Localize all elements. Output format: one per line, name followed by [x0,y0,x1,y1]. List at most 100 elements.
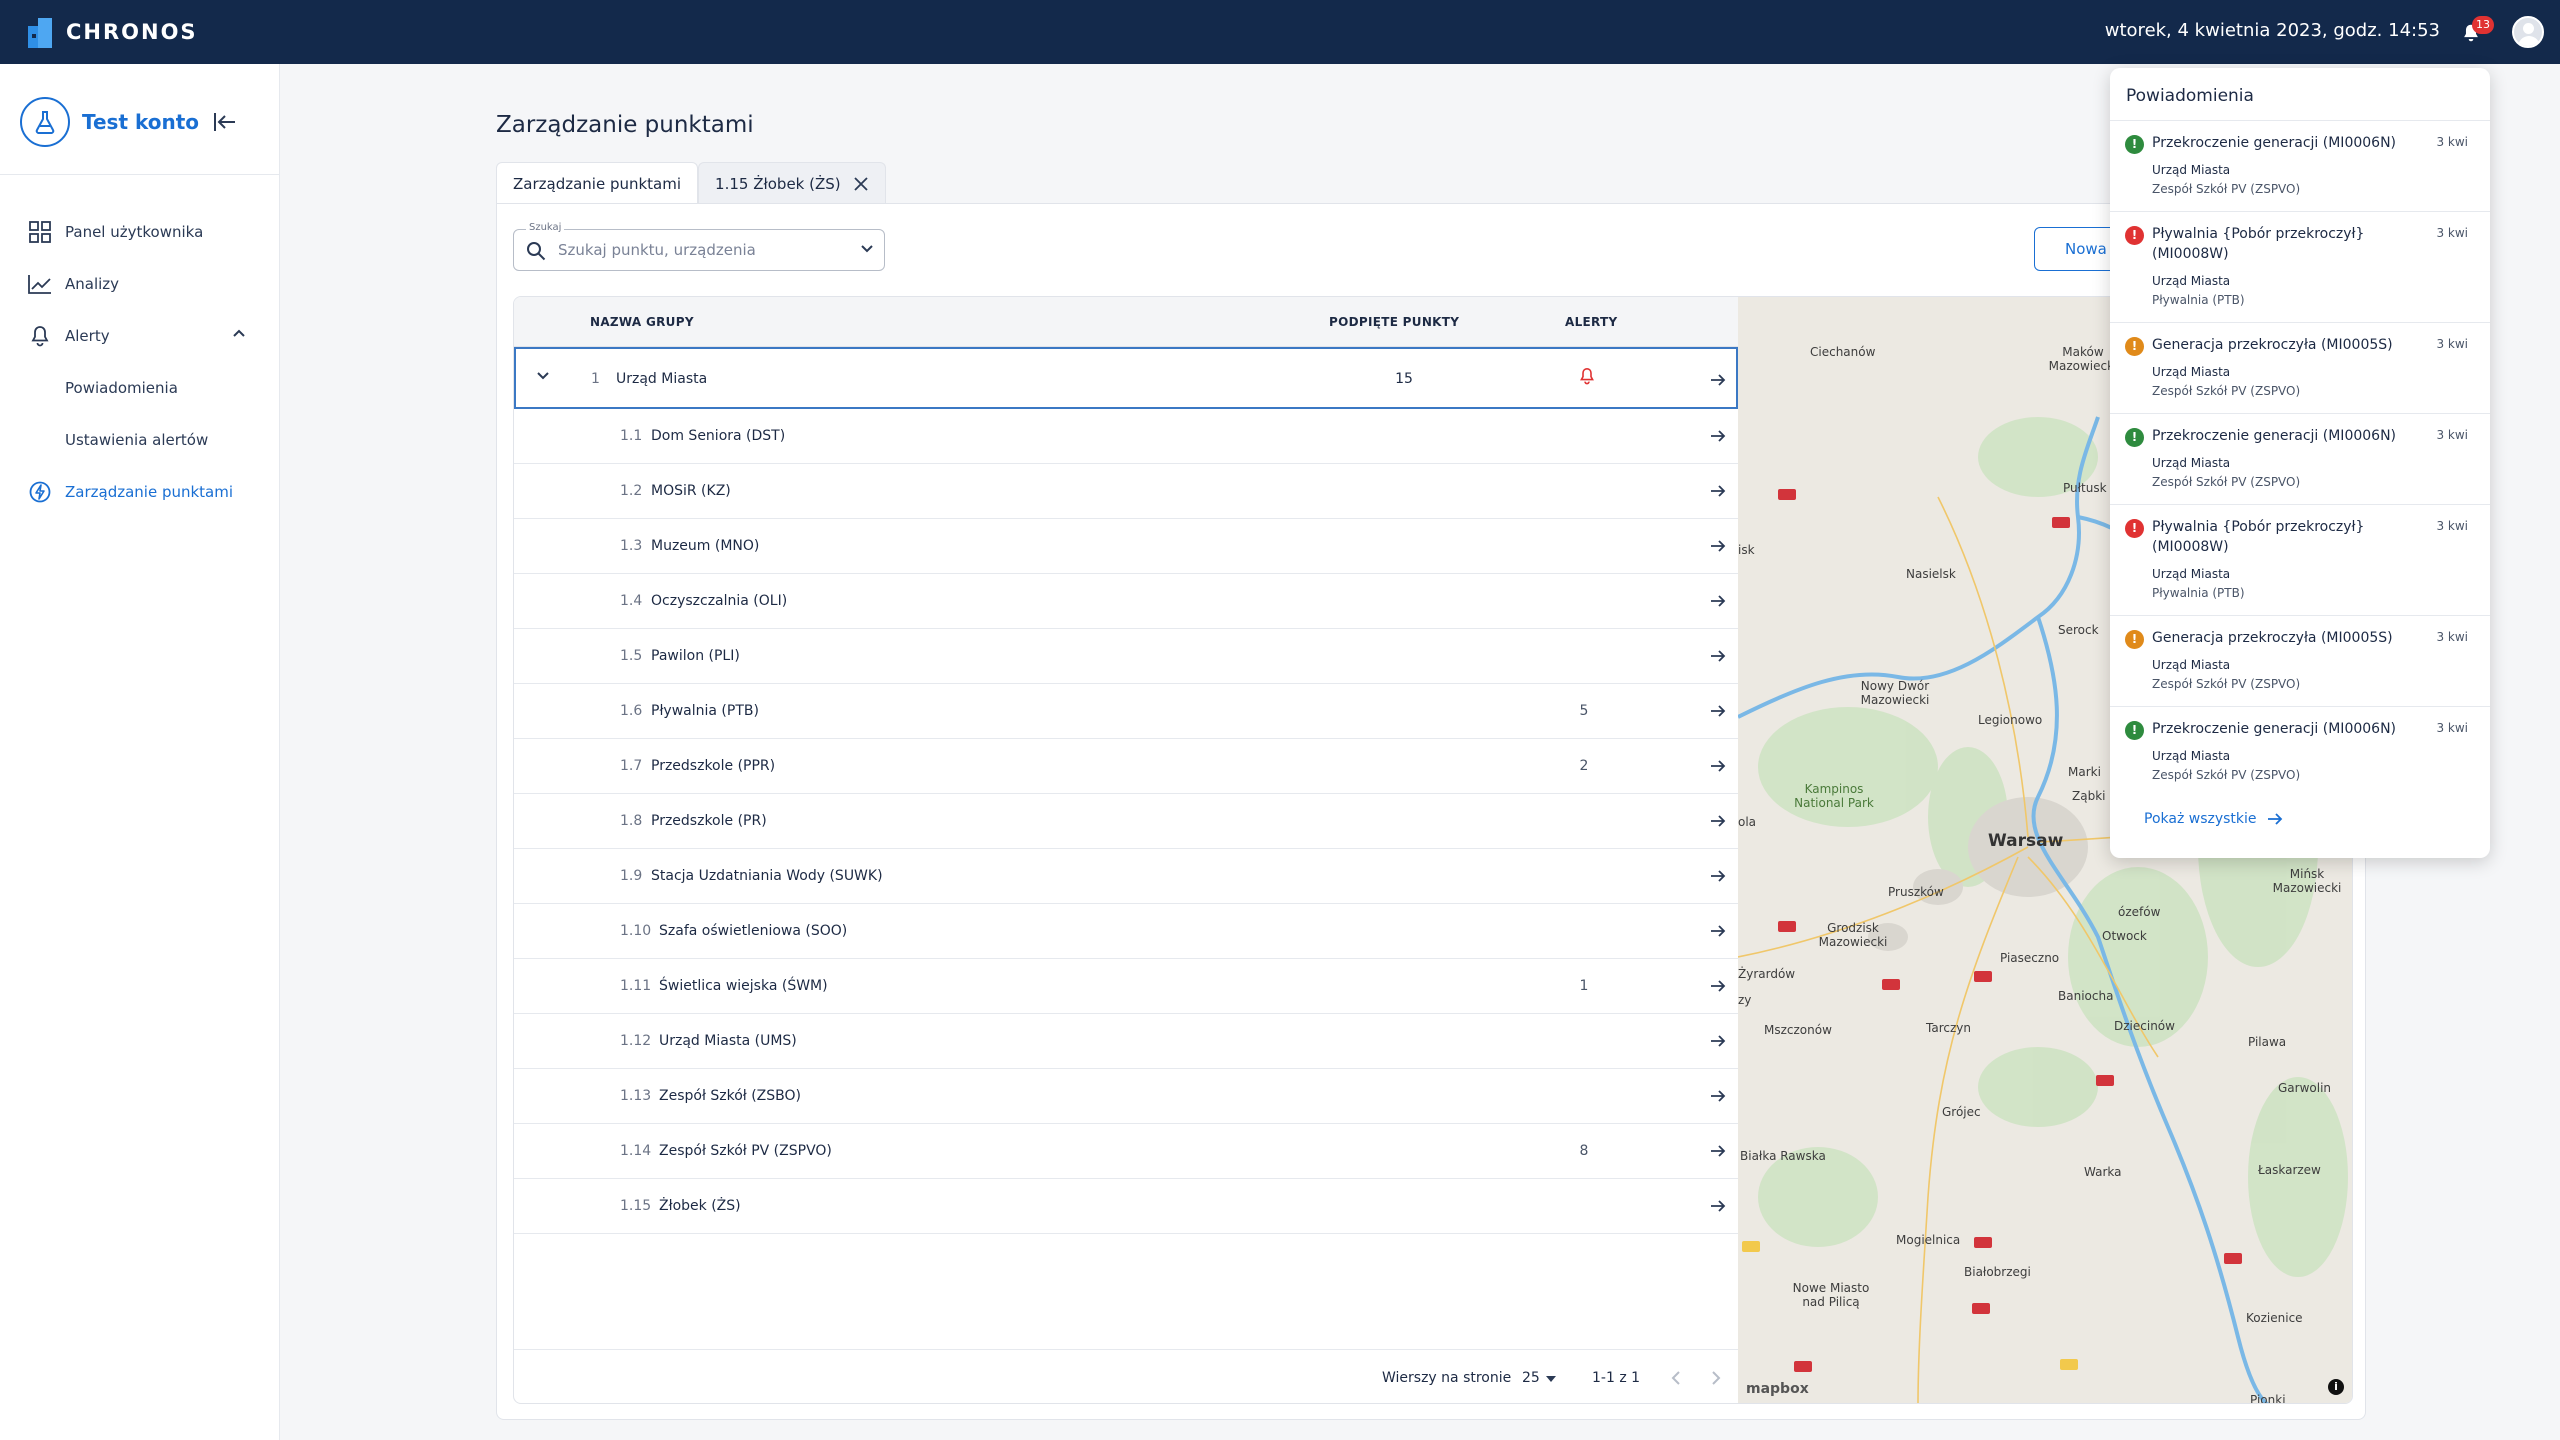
notification-item[interactable]: ! Pływalnia {Pobór przekroczył} (MI0008W)… [2110,212,2490,323]
column-header-name[interactable]: NAZWA GRUPY [590,315,694,329]
caret-down-icon[interactable] [1546,1376,1556,1382]
row-number: 1.15 [620,1198,652,1214]
road-shield [1778,921,1796,932]
table-row[interactable]: 1.3 Muzeum (MNO) [514,519,1738,574]
map-label: Nowe Miasto nad Pilicą [1792,1281,1870,1309]
arrow-right-icon[interactable] [1710,594,1726,608]
arrow-right-icon[interactable] [1710,1089,1726,1103]
map-label: isk [1738,543,1755,557]
road-shield [2224,1253,2242,1264]
map-label: Pułtusk [2063,481,2107,495]
account-name: Test konto [82,110,200,134]
table-row[interactable]: 1.15 Żłobek (ŻS) [514,1179,1738,1234]
map-label: Kozienice [2246,1311,2303,1325]
notification-item[interactable]: ! Generacja przekroczyła (MI0005S) 3 kwi Ur… [2110,616,2490,707]
table-row[interactable]: 1.8 Przedszkole (PR) [514,794,1738,849]
arrow-right-icon[interactable] [1710,539,1726,553]
account-switcher[interactable]: Test konto [20,96,199,148]
table-row[interactable]: 1.7 Przedszkole (PPR) 2 [514,739,1738,794]
user-avatar[interactable] [2512,16,2544,48]
search-field[interactable]: Szukaj [513,222,885,271]
row-name: Szafa oświetleniowa (SOO) [659,923,848,939]
chevron-down-icon[interactable] [860,244,874,254]
column-header-alerts[interactable]: ALERTY [1565,315,1618,329]
notification-point: Zespół Szkół PV (ZSPVO) [2152,768,2301,782]
table-row[interactable]: 1.14 Zespół Szkół PV (ZSPVO) 8 [514,1124,1738,1179]
row-name: Żłobek (ŻS) [659,1198,741,1214]
close-tab-icon[interactable] [853,176,869,192]
map-label: Baniocha [2058,989,2114,1003]
chevron-down-icon[interactable] [536,371,550,381]
notification-item[interactable]: ! Przekroczenie generacji (MI0006N) 3 kwi U… [2110,707,2490,786]
search-input[interactable] [558,238,858,262]
arrow-right-icon[interactable] [1710,373,1726,387]
app-logo[interactable]: CHRONOS [26,14,198,50]
road-shield [2096,1075,2114,1086]
arrow-right-icon[interactable] [1710,979,1726,993]
show-all-link[interactable]: Pokaż wszystkie [2144,811,2283,827]
notifications-list[interactable]: ! Przekroczenie generacji (MI0006N) 3 kwi U… [2110,120,2490,786]
collapse-sidebar-icon[interactable] [212,111,238,133]
table-row-group[interactable]: 1 Urząd Miasta 15 [514,347,1738,409]
sidebar-item-notifications[interactable]: Powiadomienia [0,362,280,414]
sidebar-item-point-management[interactable]: Zarządzanie punktami [0,466,280,518]
row-name: Muzeum (MNO) [651,538,760,554]
arrow-right-icon[interactable] [1710,1144,1726,1158]
notification-title: Pływalnia {Pobór przekroczył} (MI0008W) [2152,519,2365,555]
map-info-icon[interactable]: i [2328,1379,2344,1395]
notification-item[interactable]: ! Przekroczenie generacji (MI0006N) 3 kwi U… [2110,414,2490,505]
table-row[interactable]: 1.2 MOSiR (KZ) [514,464,1738,519]
table-row[interactable]: 1.9 Stacja Uzdatniania Wody (SUWK) [514,849,1738,904]
row-number: 1.6 [620,703,643,719]
notification-item[interactable]: ! Generacja przekroczyła (MI0005S) 3 kwi Ur… [2110,323,2490,414]
arrow-right-icon[interactable] [1710,869,1726,883]
table-row[interactable]: 1.11 Świetlica wiejska (ŚWM) 1 [514,959,1738,1014]
mapbox-logo[interactable]: mapbox [1746,1381,1809,1397]
tab-nursery[interactable]: 1.15 Żłobek (ŻS) [698,162,886,204]
row-name: Świetlica wiejska (ŚWM) [659,978,828,994]
arrow-right-icon[interactable] [1710,1034,1726,1048]
map-label: Serock [2058,623,2099,637]
road-shield [2060,1359,2078,1370]
map-label: Ząbki [2072,789,2106,803]
lightning-icon [28,480,52,504]
rows-per-page-select[interactable]: 25 [1522,1370,1540,1386]
row-number: 1.7 [620,758,643,774]
arrow-right-icon[interactable] [1710,814,1726,828]
map-label: Pionki [2250,1393,2286,1404]
table-row[interactable]: 1.13 Zespół Szkół (ZSBO) [514,1069,1738,1124]
sidebar-item-analytics[interactable]: Analizy [0,258,280,310]
arrow-right-icon[interactable] [1710,484,1726,498]
row-number: 1 [591,371,600,387]
next-page-icon[interactable] [1711,1370,1721,1386]
map-label: Łaskarzew [2258,1163,2321,1177]
table-row[interactable]: 1.5 Pawilon (PLI) [514,629,1738,684]
map-label: Pruszków [1888,885,1944,899]
notification-item[interactable]: ! Pływalnia {Pobór przekroczył} (MI0008W)… [2110,505,2490,616]
arrow-right-icon[interactable] [1710,429,1726,443]
page-title: Zarządzanie punktami [496,112,754,138]
notification-item[interactable]: ! Przekroczenie generacji (MI0006N) 3 kwi U… [2110,121,2490,212]
arrow-right-icon[interactable] [1710,704,1726,718]
arrow-right-icon[interactable] [1710,924,1726,938]
table-row[interactable]: 1.4 Oczyszczalnia (OLI) [514,574,1738,629]
arrow-right-icon[interactable] [1710,1199,1726,1213]
column-header-points[interactable]: PODPIĘTE PUNKTY [1329,315,1459,329]
sidebar-item-dashboard[interactable]: Panel użytkownika [0,206,280,258]
table-row[interactable]: 1.10 Szafa oświetleniowa (SOO) [514,904,1738,959]
map-label: Mogielnica [1896,1233,1961,1247]
table-row[interactable]: 1.12 Urząd Miasta (UMS) [514,1014,1738,1069]
table-row[interactable]: 1.6 Pływalnia (PTB) 5 [514,684,1738,739]
arrow-right-icon[interactable] [1710,649,1726,663]
notification-group: Urząd Miasta [2152,274,2231,288]
road-shield [1974,1237,1992,1248]
notification-group: Urząd Miasta [2152,365,2231,379]
notification-point: Zespół Szkół PV (ZSPVO) [2152,384,2301,398]
sidebar-item-alert-settings[interactable]: Ustawienia alertów [0,414,280,466]
sidebar-item-alerts[interactable]: Alerty [0,310,280,362]
notification-date: 3 kwi [2436,721,2468,735]
table-row[interactable]: 1.1 Dom Seniora (DST) [514,409,1738,464]
tab-point-management[interactable]: Zarządzanie punktami [496,162,699,204]
arrow-right-icon[interactable] [1710,759,1726,773]
previous-page-icon[interactable] [1671,1370,1681,1386]
